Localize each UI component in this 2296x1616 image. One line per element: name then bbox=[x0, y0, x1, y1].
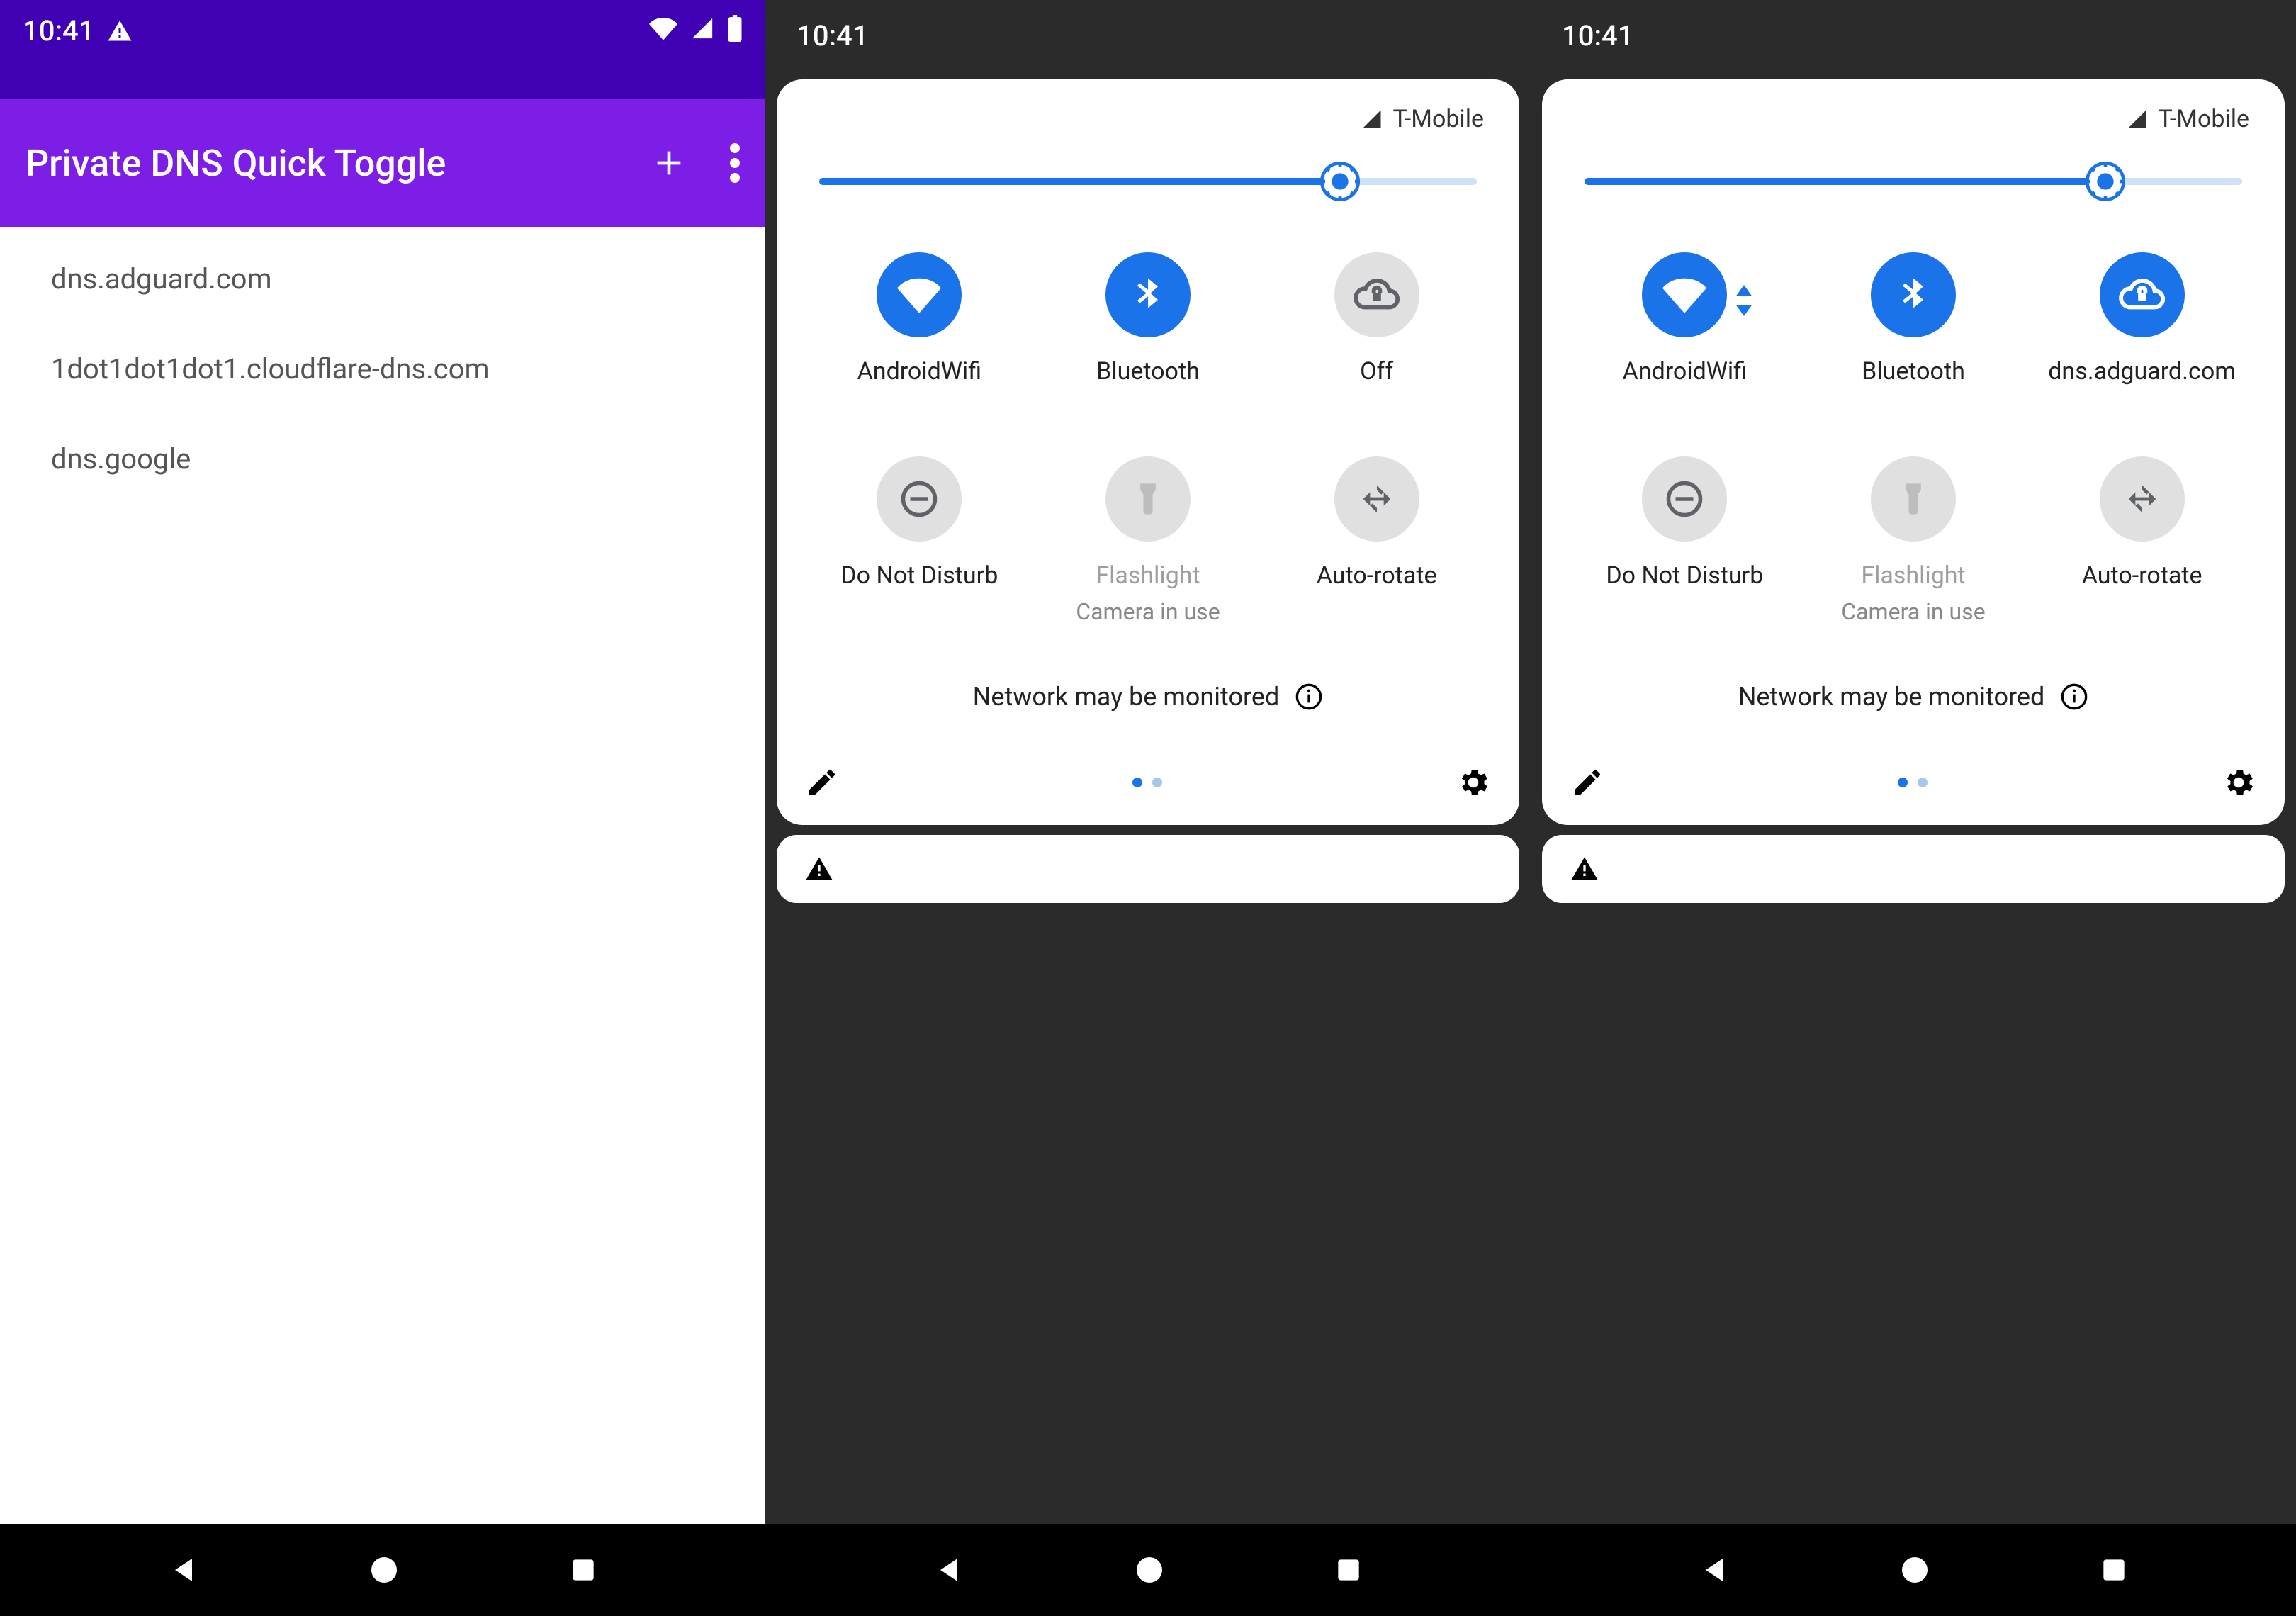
rotate-icon bbox=[1334, 456, 1419, 542]
nav-bar bbox=[765, 1524, 1531, 1616]
tile-label: Flashlight bbox=[1096, 561, 1200, 590]
phone-app: 10:41 Private DNS Quick Toggle bbox=[0, 0, 765, 1616]
info-icon bbox=[1295, 683, 1323, 711]
back-button[interactable] bbox=[1697, 1553, 1731, 1587]
brightness-slider[interactable] bbox=[1570, 167, 2256, 196]
cloud-lock-icon bbox=[2100, 252, 2185, 337]
tile-flashlight[interactable]: Flashlight Camera in use bbox=[1799, 456, 2028, 625]
notification-row[interactable] bbox=[1542, 835, 2285, 903]
tile-private-dns[interactable]: dns.adguard.com bbox=[2027, 252, 2256, 386]
home-button[interactable] bbox=[1898, 1553, 1932, 1587]
tile-wifi[interactable]: AndroidWifi bbox=[1570, 252, 1799, 386]
tile-label: AndroidWifi bbox=[857, 357, 981, 386]
phone-qs-on: 10:41 T-Mobile bbox=[1531, 0, 2296, 1616]
info-icon bbox=[2060, 683, 2088, 711]
home-button[interactable] bbox=[1132, 1553, 1166, 1587]
tile-label: Off bbox=[1360, 357, 1393, 386]
nav-bar bbox=[1531, 1524, 2296, 1616]
status-time: 10:41 bbox=[23, 14, 94, 47]
recents-button[interactable] bbox=[2098, 1554, 2129, 1586]
carrier-text: T-Mobile bbox=[1392, 105, 1484, 133]
tile-label: Auto-rotate bbox=[1317, 561, 1437, 590]
app-title: Private DNS Quick Toggle bbox=[26, 142, 635, 185]
tile-bluetooth[interactable]: Bluetooth bbox=[1034, 252, 1263, 386]
tile-label: AndroidWifi bbox=[1623, 357, 1747, 386]
nav-bar bbox=[0, 1524, 765, 1616]
signal-icon bbox=[690, 16, 714, 40]
cloud-lock-icon bbox=[1334, 252, 1419, 337]
tile-dnd[interactable]: Do Not Disturb bbox=[1570, 456, 1799, 625]
qs-panel: T-Mobile AndroidWifi bbox=[777, 79, 1519, 825]
tile-sublabel: Camera in use bbox=[1076, 598, 1220, 625]
warning-icon bbox=[1570, 855, 1599, 883]
edit-tiles-button[interactable] bbox=[1570, 765, 1604, 799]
status-time: 10:41 bbox=[1562, 19, 1633, 52]
bluetooth-icon bbox=[1105, 252, 1191, 337]
network-monitor-row[interactable]: Network may be monitored bbox=[805, 682, 1491, 712]
edit-tiles-button[interactable] bbox=[805, 765, 839, 799]
rotate-icon bbox=[2100, 456, 2185, 542]
recents-button[interactable] bbox=[568, 1554, 599, 1586]
monitor-text: Network may be monitored bbox=[1738, 682, 2045, 712]
status-time: 10:41 bbox=[797, 19, 868, 52]
monitor-text: Network may be monitored bbox=[973, 682, 1280, 712]
brightness-slider[interactable] bbox=[805, 167, 1491, 196]
wifi-icon bbox=[1642, 252, 1727, 337]
carrier-label: T-Mobile bbox=[1361, 105, 1484, 133]
dns-item[interactable]: 1dot1dot1dot1.cloudflare-dns.com bbox=[0, 324, 765, 414]
qs-panel: T-Mobile AndroidWifi bbox=[1542, 79, 2285, 825]
tile-label: Bluetooth bbox=[1096, 357, 1200, 386]
network-monitor-row[interactable]: Network may be monitored bbox=[1570, 682, 2256, 712]
tile-flashlight[interactable]: Flashlight Camera in use bbox=[1034, 456, 1263, 625]
dns-item[interactable]: dns.google bbox=[0, 414, 765, 504]
settings-button[interactable] bbox=[1456, 765, 1491, 800]
tile-label: Auto-rotate bbox=[2082, 561, 2202, 590]
dnd-icon bbox=[877, 456, 962, 542]
tile-label: Do Not Disturb bbox=[1606, 561, 1763, 590]
home-button[interactable] bbox=[367, 1553, 401, 1587]
bluetooth-icon bbox=[1871, 252, 1956, 337]
back-button[interactable] bbox=[167, 1553, 201, 1587]
tile-autorotate[interactable]: Auto-rotate bbox=[2027, 456, 2256, 625]
recents-button[interactable] bbox=[1333, 1554, 1364, 1586]
wifi-activity-icon bbox=[1734, 285, 1754, 316]
status-bar: 10:41 bbox=[1531, 0, 2296, 71]
status-bar: 10:41 bbox=[765, 0, 1531, 71]
tile-label: Flashlight bbox=[1861, 561, 1965, 590]
tile-autorotate[interactable]: Auto-rotate bbox=[1262, 456, 1491, 625]
page-indicator bbox=[1898, 778, 1928, 787]
warning-icon bbox=[805, 855, 833, 883]
flashlight-icon bbox=[1871, 456, 1956, 542]
wifi-icon bbox=[877, 252, 962, 337]
tile-bluetooth[interactable]: Bluetooth bbox=[1799, 252, 2028, 386]
battery-icon bbox=[727, 15, 743, 42]
brightness-thumb-icon[interactable] bbox=[2086, 162, 2125, 201]
settings-button[interactable] bbox=[2221, 765, 2256, 800]
dns-list: dns.adguard.com 1dot1dot1dot1.cloudflare… bbox=[0, 227, 765, 1616]
tile-label: Do Not Disturb bbox=[840, 561, 998, 590]
tile-wifi[interactable]: AndroidWifi bbox=[805, 252, 1034, 386]
carrier-label: T-Mobile bbox=[2127, 105, 2249, 133]
brightness-thumb-icon[interactable] bbox=[1320, 162, 1360, 201]
tile-label: Bluetooth bbox=[1862, 357, 1965, 386]
warning-icon bbox=[107, 18, 133, 44]
app-toolbar: Private DNS Quick Toggle bbox=[0, 99, 765, 227]
phone-qs-off: 10:41 T-Mobile AndroidWifi bbox=[765, 0, 1531, 1616]
dns-item[interactable]: dns.adguard.com bbox=[0, 234, 765, 324]
flashlight-icon bbox=[1105, 456, 1191, 542]
tile-private-dns[interactable]: Off bbox=[1262, 252, 1491, 386]
wifi-icon bbox=[649, 14, 677, 43]
add-button[interactable] bbox=[649, 143, 689, 183]
back-button[interactable] bbox=[932, 1553, 966, 1587]
overflow-menu-button[interactable] bbox=[730, 143, 740, 183]
tile-dnd[interactable]: Do Not Disturb bbox=[805, 456, 1034, 625]
tile-label: dns.adguard.com bbox=[2048, 357, 2236, 386]
notification-row[interactable] bbox=[777, 835, 1519, 903]
page-indicator bbox=[1132, 778, 1162, 787]
dnd-icon bbox=[1642, 456, 1727, 542]
status-bar: 10:41 bbox=[0, 0, 765, 99]
tile-sublabel: Camera in use bbox=[1841, 598, 1985, 625]
carrier-text: T-Mobile bbox=[2158, 105, 2249, 133]
